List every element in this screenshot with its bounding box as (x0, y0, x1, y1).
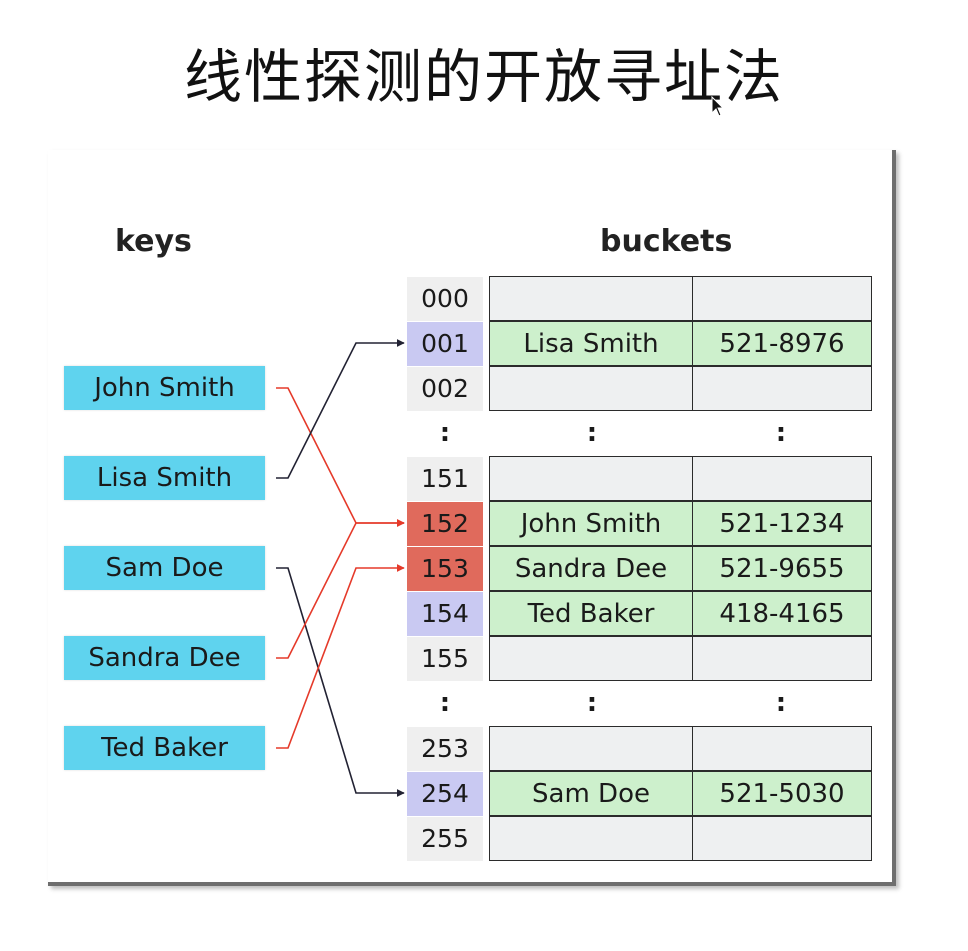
hash-arrow (276, 567, 405, 797)
diagram-canvas: 线性探测的开放寻址法 keys buckets John Smith Lisa S… (0, 0, 968, 951)
hash-arrow (276, 339, 405, 479)
collision-arrow (276, 564, 405, 749)
mapping-arrows (276, 339, 405, 797)
collision-arrow (276, 387, 405, 527)
